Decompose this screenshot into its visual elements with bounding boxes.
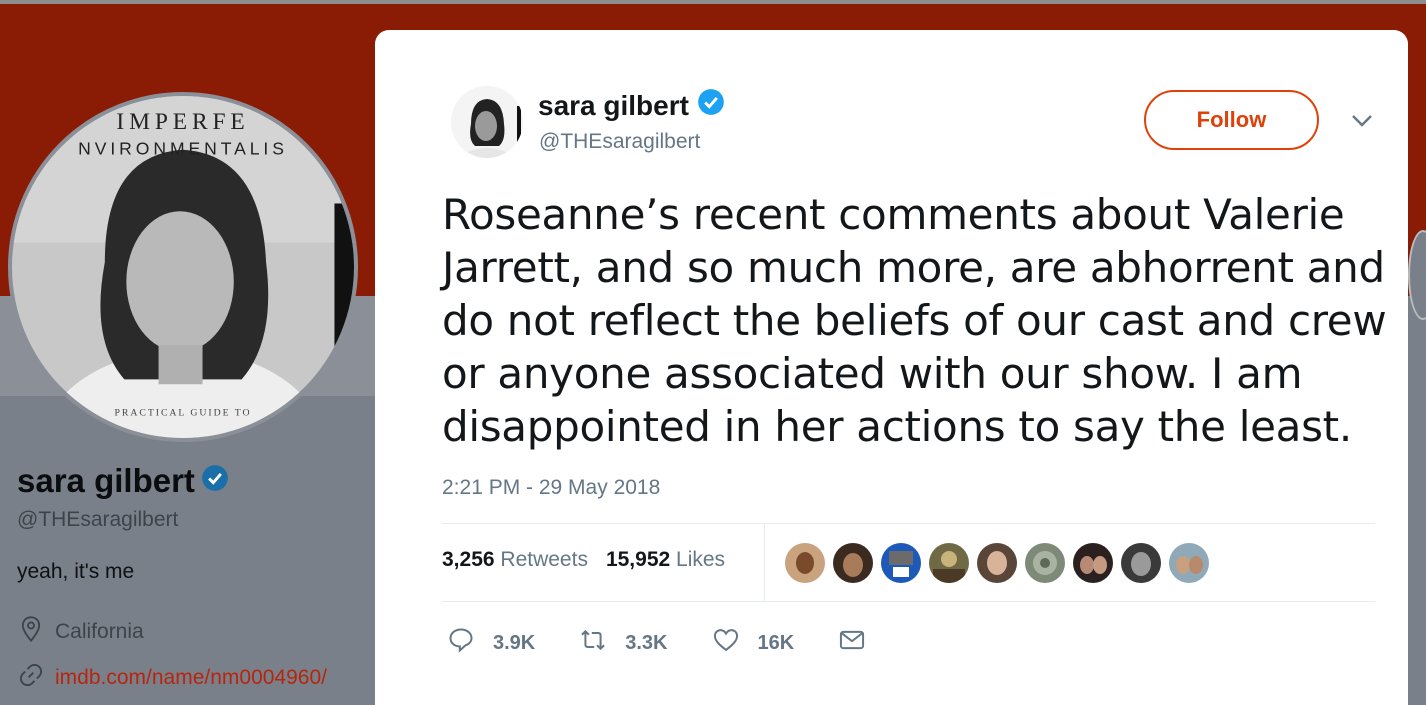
avatar-text-bottom: PRACTICAL GUIDE TO (115, 408, 252, 419)
tweet-author-avatar[interactable] (451, 86, 523, 158)
reply-button[interactable]: 3.9K (447, 626, 535, 660)
divider (442, 601, 1375, 602)
profile-location: California (17, 615, 144, 649)
profile-handle: @THEsaragilbert (17, 508, 179, 531)
liker-avatar[interactable] (1073, 543, 1113, 583)
tweet-modal: sara gilbert @THEsaragilbert Follow Rose… (375, 30, 1408, 705)
tweet-author-handle[interactable]: @THEsaragilbert (539, 130, 700, 154)
chevron-down-icon[interactable] (1349, 110, 1375, 132)
retweets-stat[interactable]: 3,256 Retweets (442, 548, 588, 572)
profile-avatar[interactable]: IMPERFE NVIRONMENTALIS PRACTICAL GUIDE T… (8, 92, 358, 442)
liker-avatar[interactable] (881, 543, 921, 583)
profile-url-link[interactable]: imdb.com/name/nm0004960/ (55, 666, 327, 690)
profile-name-row: sara gilbert (17, 462, 229, 500)
reply-count: 3.9K (493, 631, 536, 654)
liker-avatar[interactable] (929, 543, 969, 583)
verified-icon (697, 88, 725, 123)
mail-icon (838, 626, 866, 660)
divider (442, 523, 1375, 524)
likes-count: 15,952 (605, 548, 671, 571)
reply-icon (447, 626, 475, 660)
retweets-label: Retweets (500, 548, 588, 571)
direct-message-button[interactable] (838, 626, 866, 660)
likes-label: Likes (676, 548, 726, 571)
liker-avatar[interactable] (1025, 543, 1065, 583)
tweet-author-name-row: sara gilbert (538, 88, 725, 123)
link-icon (17, 661, 45, 695)
profile-url[interactable]: imdb.com/name/nm0004960/ (17, 661, 327, 695)
liker-avatar[interactable] (785, 543, 825, 583)
retweet-button[interactable]: 3.3K (579, 626, 668, 660)
liker-avatar[interactable] (833, 543, 873, 583)
location-icon (17, 615, 45, 649)
tweet-actions: 3.9K 3.3K 16K (447, 626, 910, 660)
tweet-author-name[interactable]: sara gilbert (538, 90, 689, 122)
avatar-text-top: IMPERFE (116, 109, 249, 135)
like-button[interactable]: 16K (712, 626, 795, 660)
tweet-timestamp[interactable]: 2:21 PM - 29 May 2018 (442, 476, 660, 500)
likers-avatars (785, 543, 1209, 583)
liker-avatar[interactable] (1121, 543, 1161, 583)
follow-button[interactable]: Follow (1144, 90, 1319, 150)
avatar-text-mid: NVIRONMENTALIS (78, 139, 288, 159)
liker-avatar[interactable] (1169, 543, 1209, 583)
likes-stat[interactable]: 15,952 Likes (606, 548, 725, 572)
retweets-count: 3,256 (442, 548, 495, 571)
retweet-icon (579, 626, 607, 660)
stats-divider (764, 524, 765, 602)
liker-avatar[interactable] (977, 543, 1017, 583)
profile-name: sara gilbert (17, 462, 195, 499)
like-count: 16K (757, 631, 795, 654)
location-text: California (55, 620, 144, 643)
verified-icon (201, 462, 229, 500)
tweet-text: Roseanne’s recent comments about Valerie… (442, 190, 1387, 451)
tweet-stats: 3,256 Retweets 15,952 Likes (442, 548, 725, 572)
retweet-count: 3.3K (625, 631, 668, 654)
heart-icon (712, 626, 740, 660)
profile-bio: yeah, it's me (17, 560, 135, 583)
